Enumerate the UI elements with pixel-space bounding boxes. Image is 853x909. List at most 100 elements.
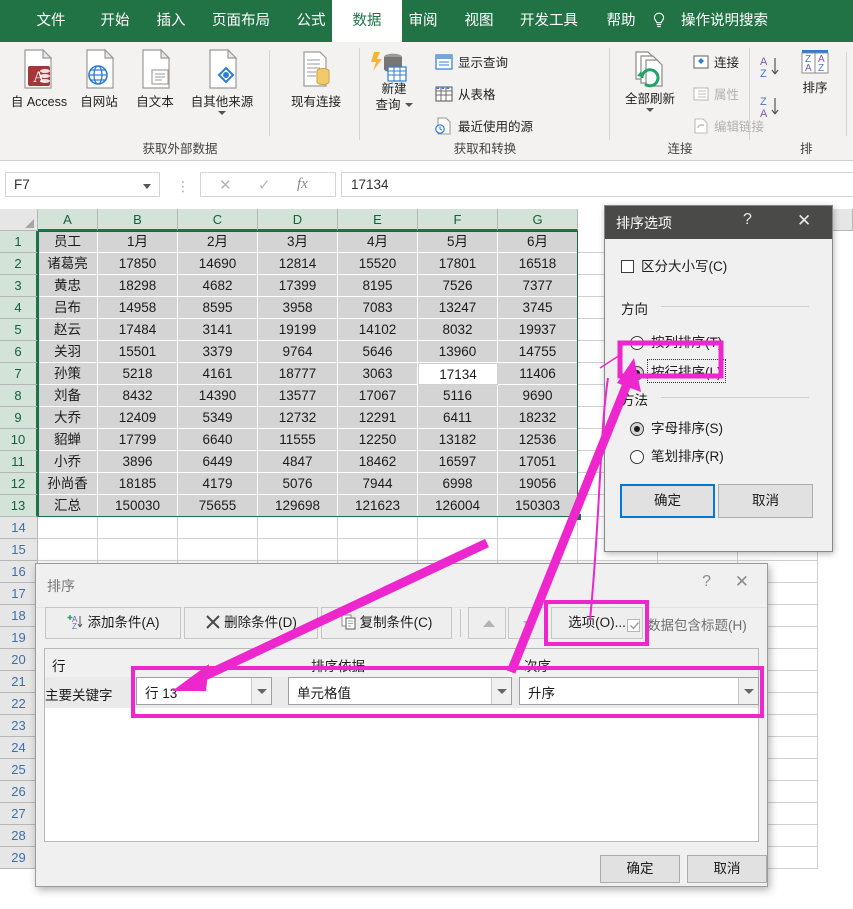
chevron-down-icon[interactable] [738, 678, 758, 704]
cell-D13[interactable]: 129698 [258, 495, 338, 517]
row-header-11[interactable]: 11 [0, 451, 38, 473]
cell-F10[interactable]: 13182 [418, 429, 498, 451]
cell-C8[interactable]: 14390 [178, 385, 258, 407]
cell[interactable] [258, 539, 338, 561]
row-header-15[interactable]: 15 [0, 539, 38, 561]
column-header-B[interactable]: B [98, 209, 178, 231]
cell-E12[interactable]: 7944 [338, 473, 418, 495]
row-header-2[interactable]: 2 [0, 253, 38, 275]
cell-D6[interactable]: 9764 [258, 341, 338, 363]
cell-A10[interactable]: 貂蝉 [38, 429, 98, 451]
cell-G6[interactable]: 14755 [498, 341, 578, 363]
row-header-9[interactable]: 9 [0, 407, 38, 429]
cell-A4[interactable]: 吕布 [38, 297, 98, 319]
cell[interactable] [258, 517, 338, 539]
cell-D1[interactable]: 3月 [258, 231, 338, 253]
cell-G4[interactable]: 3745 [498, 297, 578, 319]
column-header-D[interactable]: D [258, 209, 338, 231]
cell-B3[interactable]: 18298 [98, 275, 178, 297]
cell-C3[interactable]: 4682 [178, 275, 258, 297]
cell[interactable] [498, 539, 578, 561]
row-header-18[interactable]: 18 [0, 605, 38, 627]
row-header-20[interactable]: 20 [0, 649, 38, 671]
chevron-down-icon[interactable] [218, 111, 226, 115]
add-level-button[interactable]: A Z 添加条件(A) [45, 607, 181, 639]
cell-F2[interactable]: 17801 [418, 253, 498, 275]
refresh-all-button[interactable]: 全部刷新 [614, 92, 686, 112]
cell-A6[interactable]: 关羽 [38, 341, 98, 363]
sort-ascending-icon[interactable]: A Z [760, 54, 788, 80]
row-header-22[interactable]: 22 [0, 693, 38, 715]
sort-by-row-radio[interactable]: 按行排序(L) [630, 359, 726, 383]
cell-C12[interactable]: 4179 [178, 473, 258, 495]
sort-descending-icon[interactable]: Z A [760, 94, 788, 120]
cell-F12[interactable]: 6998 [418, 473, 498, 495]
cell-C13[interactable]: 75655 [178, 495, 258, 517]
cell-A7[interactable]: 孙策 [38, 363, 98, 385]
row-header-26[interactable]: 26 [0, 781, 38, 803]
cell-D9[interactable]: 12732 [258, 407, 338, 429]
cell-E13[interactable]: 121623 [338, 495, 418, 517]
cell-A11[interactable]: 小乔 [38, 451, 98, 473]
cell-F3[interactable]: 7526 [418, 275, 498, 297]
row-header-7[interactable]: 7 [0, 363, 38, 385]
from-text-button[interactable]: 自文本 [128, 48, 182, 110]
alphabetic-sort-radio[interactable]: 字母排序(S) [630, 417, 723, 437]
close-icon[interactable]: ✕ [219, 176, 232, 194]
cell-G8[interactable]: 9690 [498, 385, 578, 407]
cell[interactable] [98, 539, 178, 561]
chevron-down-icon[interactable] [404, 103, 413, 107]
name-box[interactable]: F7 [5, 172, 160, 197]
cell[interactable] [98, 517, 178, 539]
show-queries-button[interactable]: 显示查询 [434, 52, 508, 71]
close-icon[interactable]: ✕ [797, 210, 811, 232]
cell-D7[interactable]: 18777 [258, 363, 338, 385]
cell-E10[interactable]: 12250 [338, 429, 418, 451]
cell[interactable] [38, 517, 98, 539]
chevron-down-icon[interactable] [491, 678, 511, 704]
row-header-5[interactable]: 5 [0, 319, 38, 341]
cell-E7[interactable]: 3063 [338, 363, 418, 385]
chevron-down-icon[interactable] [143, 184, 151, 189]
row-header-19[interactable]: 19 [0, 627, 38, 649]
chevron-down-icon[interactable] [646, 108, 654, 112]
cell-F6[interactable]: 13960 [418, 341, 498, 363]
cell[interactable] [418, 517, 498, 539]
cell-E9[interactable]: 12291 [338, 407, 418, 429]
sort-key-dropdown[interactable]: 行 13 [136, 677, 272, 705]
row-header-23[interactable]: 23 [0, 715, 38, 737]
delete-level-button[interactable]: 删除条件(D) [184, 607, 318, 639]
cell-B12[interactable]: 18185 [98, 473, 178, 495]
cell-D10[interactable]: 11555 [258, 429, 338, 451]
cell-G3[interactable]: 7377 [498, 275, 578, 297]
cell-E8[interactable]: 17067 [338, 385, 418, 407]
cell-F8[interactable]: 5116 [418, 385, 498, 407]
fill-handle[interactable] [575, 514, 581, 520]
cell-F9[interactable]: 6411 [418, 407, 498, 429]
cell-C11[interactable]: 6449 [178, 451, 258, 473]
cell-B1[interactable]: 1月 [98, 231, 178, 253]
sort-options-cancel-button[interactable]: 取消 [718, 484, 813, 518]
row-header-12[interactable]: 12 [0, 473, 38, 495]
cell-F13[interactable]: 126004 [418, 495, 498, 517]
from-table-button[interactable]: 从表格 [434, 84, 496, 103]
row-header-24[interactable]: 24 [0, 737, 38, 759]
cell-A2[interactable]: 诸葛亮 [38, 253, 98, 275]
cell-G1[interactable]: 6月 [498, 231, 578, 253]
row-header-28[interactable]: 28 [0, 825, 38, 847]
cell-A9[interactable]: 大乔 [38, 407, 98, 429]
cell-D11[interactable]: 4847 [258, 451, 338, 473]
sort-options-ok-button[interactable]: 确定 [620, 484, 715, 518]
cell-C9[interactable]: 5349 [178, 407, 258, 429]
case-sensitive-checkbox[interactable]: 区分大小写(C) [621, 255, 727, 275]
cell-G5[interactable]: 19937 [498, 319, 578, 341]
column-header-C[interactable]: C [178, 209, 258, 231]
cell-E1[interactable]: 4月 [338, 231, 418, 253]
fx-icon[interactable]: fx [297, 176, 308, 193]
select-all-corner[interactable] [0, 209, 38, 231]
cell-B10[interactable]: 17799 [98, 429, 178, 451]
cell-B8[interactable]: 8432 [98, 385, 178, 407]
cell[interactable] [418, 539, 498, 561]
recent-sources-button[interactable]: 最近使用的源 [434, 116, 533, 135]
cell-G12[interactable]: 19056 [498, 473, 578, 495]
